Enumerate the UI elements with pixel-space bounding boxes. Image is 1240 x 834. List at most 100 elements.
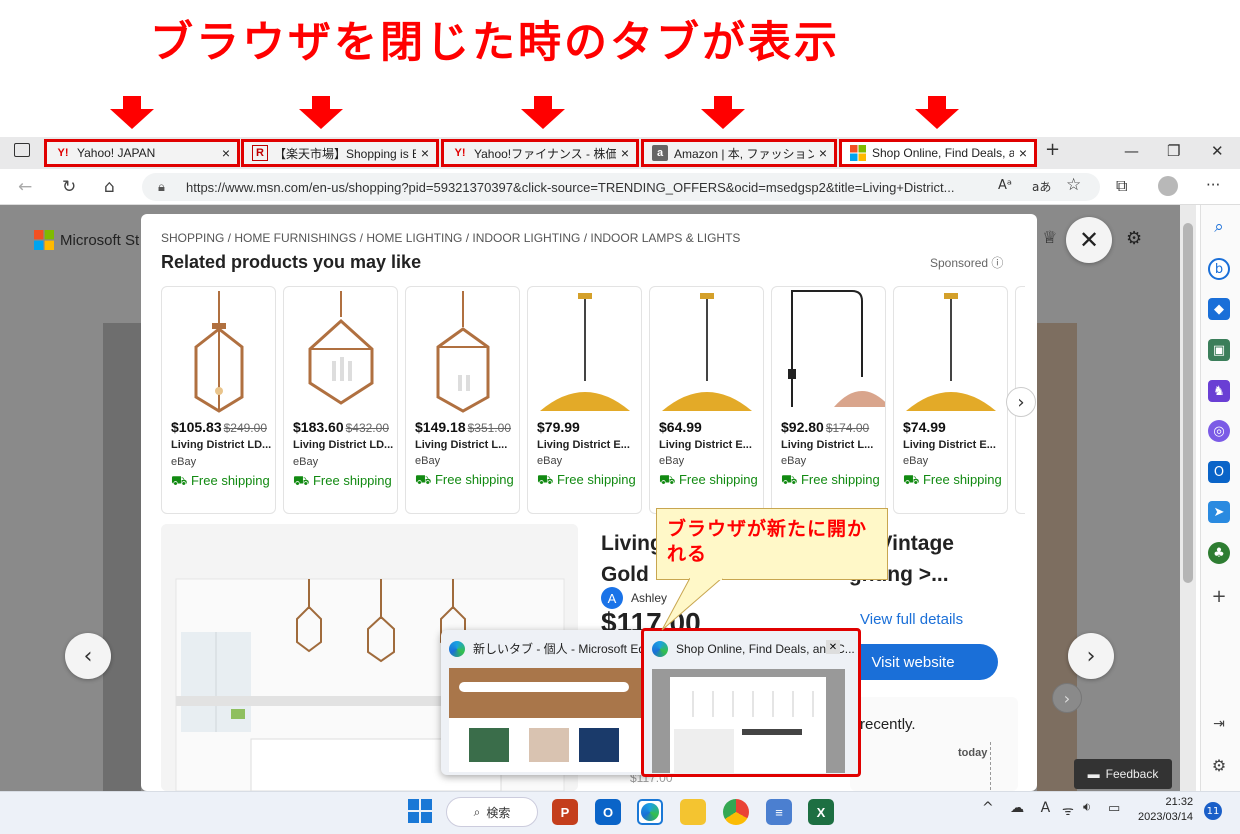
close-window-icon[interactable]: ✕ (1211, 142, 1224, 160)
address-bar[interactable]: 🔒︎ https://www.msn.com/en-us/shopping?pi… (142, 173, 1100, 201)
brand-label: Microsoft St (60, 231, 140, 249)
close-modal-button[interactable]: ✕ (1066, 217, 1112, 263)
tab-yahoo-finance[interactable]: Y! Yahoo!ファイナンス - 株価・義 × (441, 139, 639, 167)
price: $149.18 (415, 419, 466, 435)
lock-icon: 🔒︎ (158, 179, 165, 194)
tab-amazon[interactable]: a Amazon | 本, ファッション, 家 × (641, 139, 837, 167)
source: eBay (659, 455, 685, 467)
read-aloud-icon[interactable]: Aᵃ (998, 178, 1012, 193)
tools-icon[interactable]: ▣ (1208, 339, 1230, 361)
product-card[interactable]: $74.99 Living District E... eBay ⛟ Free … (893, 286, 1008, 514)
product-card[interactable]: $79.99 Living District E... eBay ⛟ Free … (527, 286, 642, 514)
volume-icon[interactable]: 🔉︎ (1083, 800, 1091, 815)
seller-row[interactable]: A Ashley (601, 587, 667, 609)
refresh-icon[interactable]: ↻ (62, 177, 76, 197)
minimize-icon[interactable]: — (1124, 142, 1139, 160)
tree-icon[interactable]: ♣ (1208, 542, 1230, 564)
rewards-trophy-icon[interactable]: ♕ (1042, 228, 1057, 248)
truck-icon: ⛟ (781, 472, 798, 487)
product-card[interactable]: $149.18 $351.00 Living District L... eBay… (405, 286, 520, 514)
price: $74.99 (903, 419, 946, 435)
price: $183.60 (293, 419, 344, 435)
settings-gear-icon[interactable]: ⚙ (1126, 228, 1142, 249)
search-icon[interactable]: ⌕ (1208, 216, 1230, 238)
powerpoint-icon[interactable]: P (552, 799, 578, 825)
translate-icon[interactable]: aあ (1032, 178, 1052, 195)
edge-icon (652, 641, 668, 657)
tab-msn-shopping[interactable]: Shop Online, Find Deals, a × (839, 139, 1037, 167)
tab-label: 【楽天市場】Shopping is En (274, 146, 416, 161)
view-full-details-link[interactable]: View full details (860, 611, 963, 628)
rakuten-icon: R (252, 145, 268, 161)
breadcrumb[interactable]: SHOPPING / HOME FURNISHINGS / HOME LIGHT… (161, 231, 740, 245)
battery-icon[interactable]: ▭ (1108, 801, 1120, 816)
microsoft365-icon[interactable]: ◎ (1208, 420, 1230, 442)
file-explorer-icon[interactable] (680, 799, 706, 825)
product-title: Living District LD... (293, 439, 394, 451)
favorite-star-icon[interactable]: ☆ (1066, 175, 1082, 195)
plug-in-pendant-image (788, 290, 885, 407)
page-scrollbar[interactable] (1180, 205, 1196, 791)
feedback-icon: ▬ (1087, 767, 1100, 781)
send-icon[interactable]: ➤ (1208, 501, 1230, 523)
yahoo-icon: Y! (57, 147, 69, 159)
product-card[interactable]: $64.99 Living District E... eBay ⛟ Free … (649, 286, 764, 514)
outlook-icon[interactable]: O (595, 799, 621, 825)
system-tray[interactable]: ^ ☁ A (982, 800, 1056, 816)
product-title: Living District L... (415, 439, 508, 451)
amazon-icon: a (652, 145, 668, 161)
close-icon[interactable]: ✕ (826, 640, 840, 654)
next-product-button[interactable]: › (1068, 633, 1114, 679)
window-thumbnail-shop-online[interactable]: Shop Online, Find Deals, and C... ✕ (641, 628, 861, 777)
close-icon[interactable]: × (814, 145, 832, 161)
old-price: $351.00 (467, 421, 511, 435)
wifi-icon[interactable]: ᯤ (1062, 801, 1074, 819)
free-shipping: ⛟ Free shipping (537, 472, 636, 487)
tab-rakuten[interactable]: R 【楽天市場】Shopping is En × (241, 139, 439, 167)
home-icon[interactable]: ⌂ (104, 177, 115, 197)
chrome-icon[interactable] (723, 799, 749, 825)
edge-taskbar-icon[interactable] (637, 799, 663, 825)
microsoft-store-brand[interactable]: Microsoft St (34, 230, 139, 250)
back-icon[interactable]: ← (18, 177, 32, 197)
carousel-next-button[interactable]: › (1006, 387, 1036, 417)
games-icon[interactable]: ♞ (1208, 380, 1230, 402)
truck-icon: ⛟ (903, 472, 920, 487)
window-thumbnail-new-tab[interactable]: 新しいタブ - 個人 - Microsoft Edge (441, 630, 658, 775)
prev-product-button[interactable]: ‹ (65, 633, 111, 679)
more-icon[interactable]: ··· (1206, 176, 1220, 194)
annotation-headline: ブラウザを閉じた時のタブが表示 (150, 18, 840, 68)
feedback-button[interactable]: ▬ Feedback (1074, 759, 1172, 789)
sponsored-label: Sponsored ⓘ (930, 256, 1004, 270)
tab-label: Yahoo! JAPAN (77, 146, 156, 160)
close-icon[interactable]: × (416, 145, 434, 161)
truck-icon: ⛟ (537, 472, 554, 487)
outlook-icon[interactable]: O (1208, 461, 1230, 483)
windows-start-icon[interactable] (408, 799, 432, 827)
product-card[interactable]: $92.80 $174.00 Living District L... eBay … (771, 286, 886, 514)
product-card[interactable]: $105.83 $249.00 Living District LD... eBa… (161, 286, 276, 514)
close-icon[interactable]: × (217, 145, 235, 161)
notepad-icon[interactable]: ≡ (766, 799, 792, 825)
shopping-tag-icon[interactable]: ◆ (1208, 298, 1230, 320)
sidebar-settings-icon[interactable]: ⚙ (1208, 754, 1230, 776)
workspaces-icon[interactable] (14, 143, 30, 157)
add-sidebar-icon[interactable]: + (1208, 585, 1230, 607)
collections-icon[interactable]: ⧉ (1116, 176, 1127, 196)
clock[interactable]: 21:32 2023/03/14 (1138, 795, 1193, 825)
profile-avatar[interactable] (1158, 176, 1178, 196)
old-price: $249.00 (223, 421, 267, 435)
restore-icon[interactable]: ❐ (1167, 142, 1180, 160)
sidebar-collapse-icon[interactable]: ⇥ (1208, 713, 1230, 735)
taskbar-search[interactable]: ⌕ 検索 (446, 797, 538, 827)
tab-yahoo-japan[interactable]: Y! Yahoo! JAPAN × (44, 139, 240, 167)
truck-icon: ⛟ (293, 473, 310, 488)
product-card[interactable]: $183.60 $432.00 Living District LD... eBa… (283, 286, 398, 514)
new-tab-icon[interactable]: + (1045, 139, 1060, 160)
bing-chat-icon[interactable]: b (1208, 258, 1230, 280)
close-icon[interactable]: × (1014, 145, 1032, 161)
close-icon[interactable]: × (616, 145, 634, 161)
notification-badge[interactable]: 11 (1204, 802, 1222, 820)
excel-icon[interactable]: X (808, 799, 834, 825)
secondary-next-button[interactable]: › (1052, 683, 1082, 713)
